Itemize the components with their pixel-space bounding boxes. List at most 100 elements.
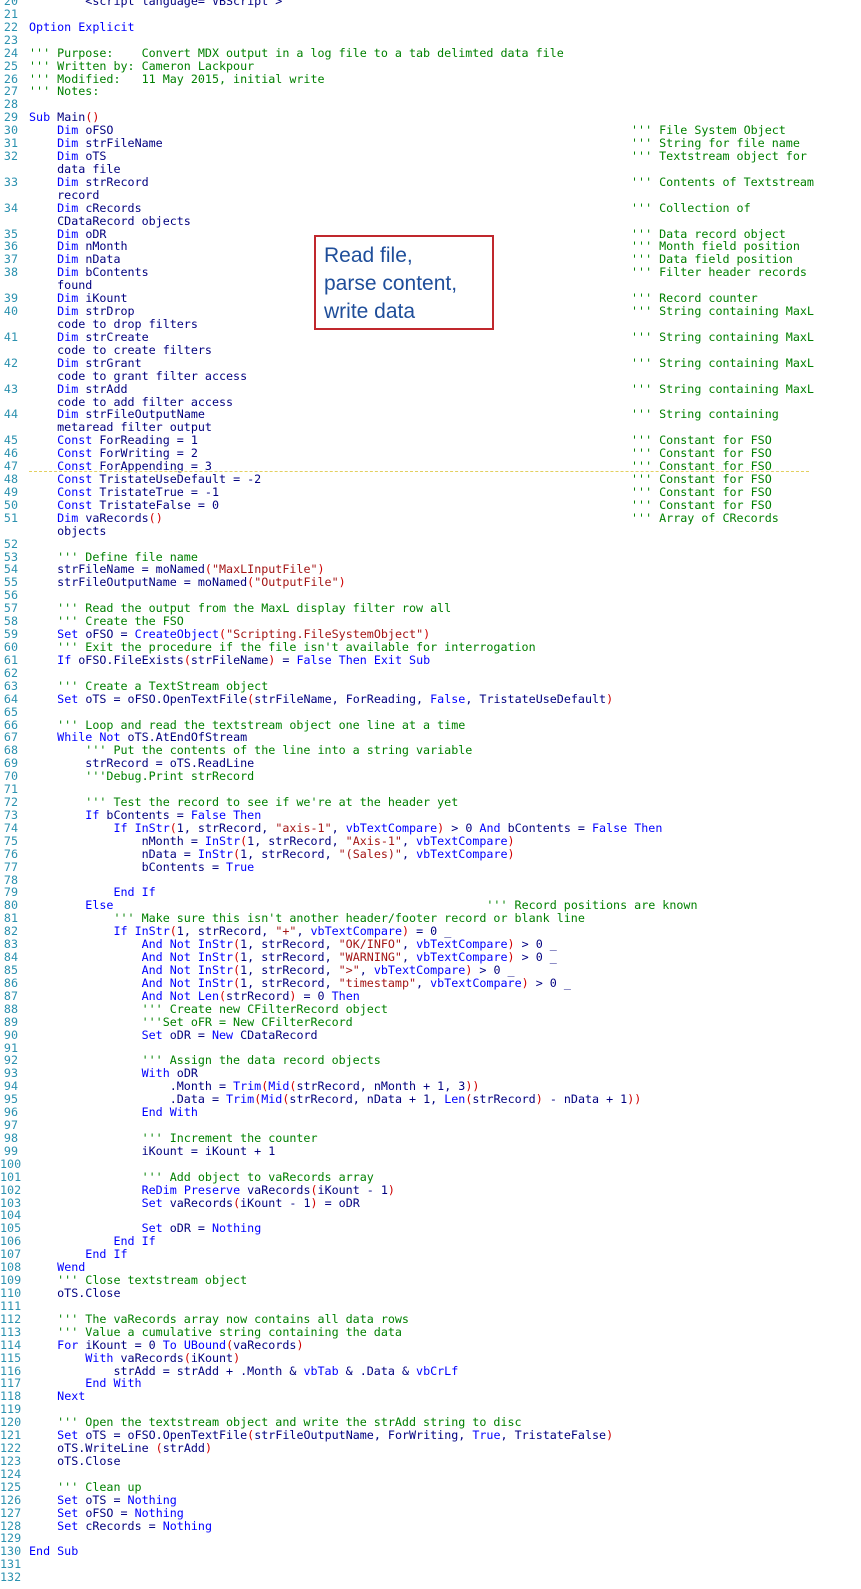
line-number: 86 xyxy=(3,975,18,990)
code-token: Sub xyxy=(29,110,51,125)
code-token: Main xyxy=(50,110,86,125)
line-number: 90 xyxy=(3,1027,18,1042)
line-number: 76 xyxy=(3,846,18,861)
code-token: Set xyxy=(141,1221,163,1236)
code-text: Set vaRecords(iKount - 1) = oDR xyxy=(29,1196,360,1210)
code-text: '''Debug.Print strRecord xyxy=(29,770,254,783)
code-token: vbTextCompare xyxy=(416,950,508,965)
code-text: ''' Notes: xyxy=(29,85,99,98)
code-token: oTS = xyxy=(78,1492,128,1507)
code-token: Dim xyxy=(57,304,79,319)
code-token: Dim xyxy=(57,291,79,306)
code-token: > 0 xyxy=(444,820,480,835)
code-token: oFSO = xyxy=(78,1505,135,1520)
code-token: Dim xyxy=(57,252,79,267)
code-token: cRecords = xyxy=(78,1518,163,1533)
code-token: For xyxy=(57,1337,79,1352)
code-token: iKount = iKount + 1 xyxy=(29,1143,276,1158)
trailing-comment: ''' String containing MaxL xyxy=(631,329,814,344)
code-token: oFSO.FileExists xyxy=(71,652,184,667)
code-token: iKount xyxy=(78,291,128,306)
code-token: , xyxy=(359,963,374,977)
code-text: oTS.Close xyxy=(29,1287,120,1300)
code-token: iKount - 1 xyxy=(317,1182,388,1197)
code-text: Next xyxy=(29,1390,85,1403)
code-token: , xyxy=(296,924,311,939)
code-token: ) xyxy=(507,833,515,848)
line-number: 41 xyxy=(3,329,18,344)
code-token: oTS.Close xyxy=(29,1453,121,1468)
line-number: 89 xyxy=(3,1014,18,1029)
code-line: 22 Option Explicit xyxy=(0,20,861,34)
code-token: ''' Test the record to see if we're at t… xyxy=(29,795,459,810)
code-token: Nothing xyxy=(162,1518,212,1533)
code-token: data file xyxy=(29,161,121,176)
code-token: oTS xyxy=(78,149,107,164)
code-token: "OutputFile" xyxy=(254,575,339,590)
trailing-comment: ''' String containing MaxL xyxy=(631,355,814,370)
code-token: And Not InStr xyxy=(141,963,234,977)
code-token: False xyxy=(430,691,466,706)
code-token: vbCrLf xyxy=(416,1363,459,1378)
line-number: 100 xyxy=(0,1156,22,1171)
line-number: 111 xyxy=(0,1298,22,1313)
code-token: ) xyxy=(233,1350,241,1365)
code-text: If oFSO.FileExists(strFileName) = False … xyxy=(29,652,430,667)
code-token: ''' Exit the procedure if the file isn't… xyxy=(29,640,536,654)
code-token: = xyxy=(275,652,297,667)
code-token: ) xyxy=(507,937,515,952)
code-token: "(Sales)" xyxy=(338,846,402,861)
code-token: Const xyxy=(57,446,93,461)
code-token: ) xyxy=(296,1337,304,1352)
code-line: 51 Dim vaRecords() ''' Array of CRecords xyxy=(0,510,861,525)
code-token: ( xyxy=(219,988,227,1003)
code-token: vaRecords xyxy=(78,510,149,525)
code-token: ForReading = 1 xyxy=(92,433,198,448)
code-token: End If xyxy=(113,885,156,900)
code-token: > 0 _ xyxy=(472,963,515,977)
code-token: strFileName xyxy=(190,652,269,667)
code-line: 117 End With xyxy=(0,1377,861,1390)
line-number: 32 xyxy=(3,149,18,164)
code-line: 77 bContents = True xyxy=(0,860,861,874)
line-number: 33 xyxy=(3,174,18,189)
line-number: 61 xyxy=(3,652,18,667)
code-line: objects xyxy=(0,524,861,538)
code-line: 131 xyxy=(0,1558,861,1571)
code-token: vbTextCompare xyxy=(430,975,522,990)
code-token: 1, strRecord, xyxy=(176,820,276,835)
code-line: 70 '''Debug.Print strRecord xyxy=(0,770,861,783)
code-token: > 0 _ xyxy=(514,937,557,952)
code-token: If xyxy=(85,807,100,822)
code-token: ) xyxy=(204,1441,212,1456)
code-token: TristateFalse = 0 xyxy=(92,497,220,512)
code-token: .Month = xyxy=(29,1079,234,1094)
code-token: Set xyxy=(141,1027,163,1042)
code-token: oTS = oFSO.OpenTextFile xyxy=(78,691,248,706)
code-token: , TristateFalse xyxy=(500,1428,607,1443)
code-token: strRecord = oTS.ReadLine xyxy=(29,756,255,771)
line-number: 112 xyxy=(0,1311,22,1326)
code-token: bContents = xyxy=(500,820,593,835)
code-token: Dim xyxy=(57,136,79,151)
code-token: Next xyxy=(57,1389,86,1404)
code-token: "Scripting.FileSystemObject" xyxy=(226,627,424,642)
line-number: 64 xyxy=(3,691,18,706)
code-token: CDataRecord objects xyxy=(29,213,191,228)
code-token: iKount xyxy=(190,1350,234,1365)
code-token: Dim xyxy=(57,329,79,344)
